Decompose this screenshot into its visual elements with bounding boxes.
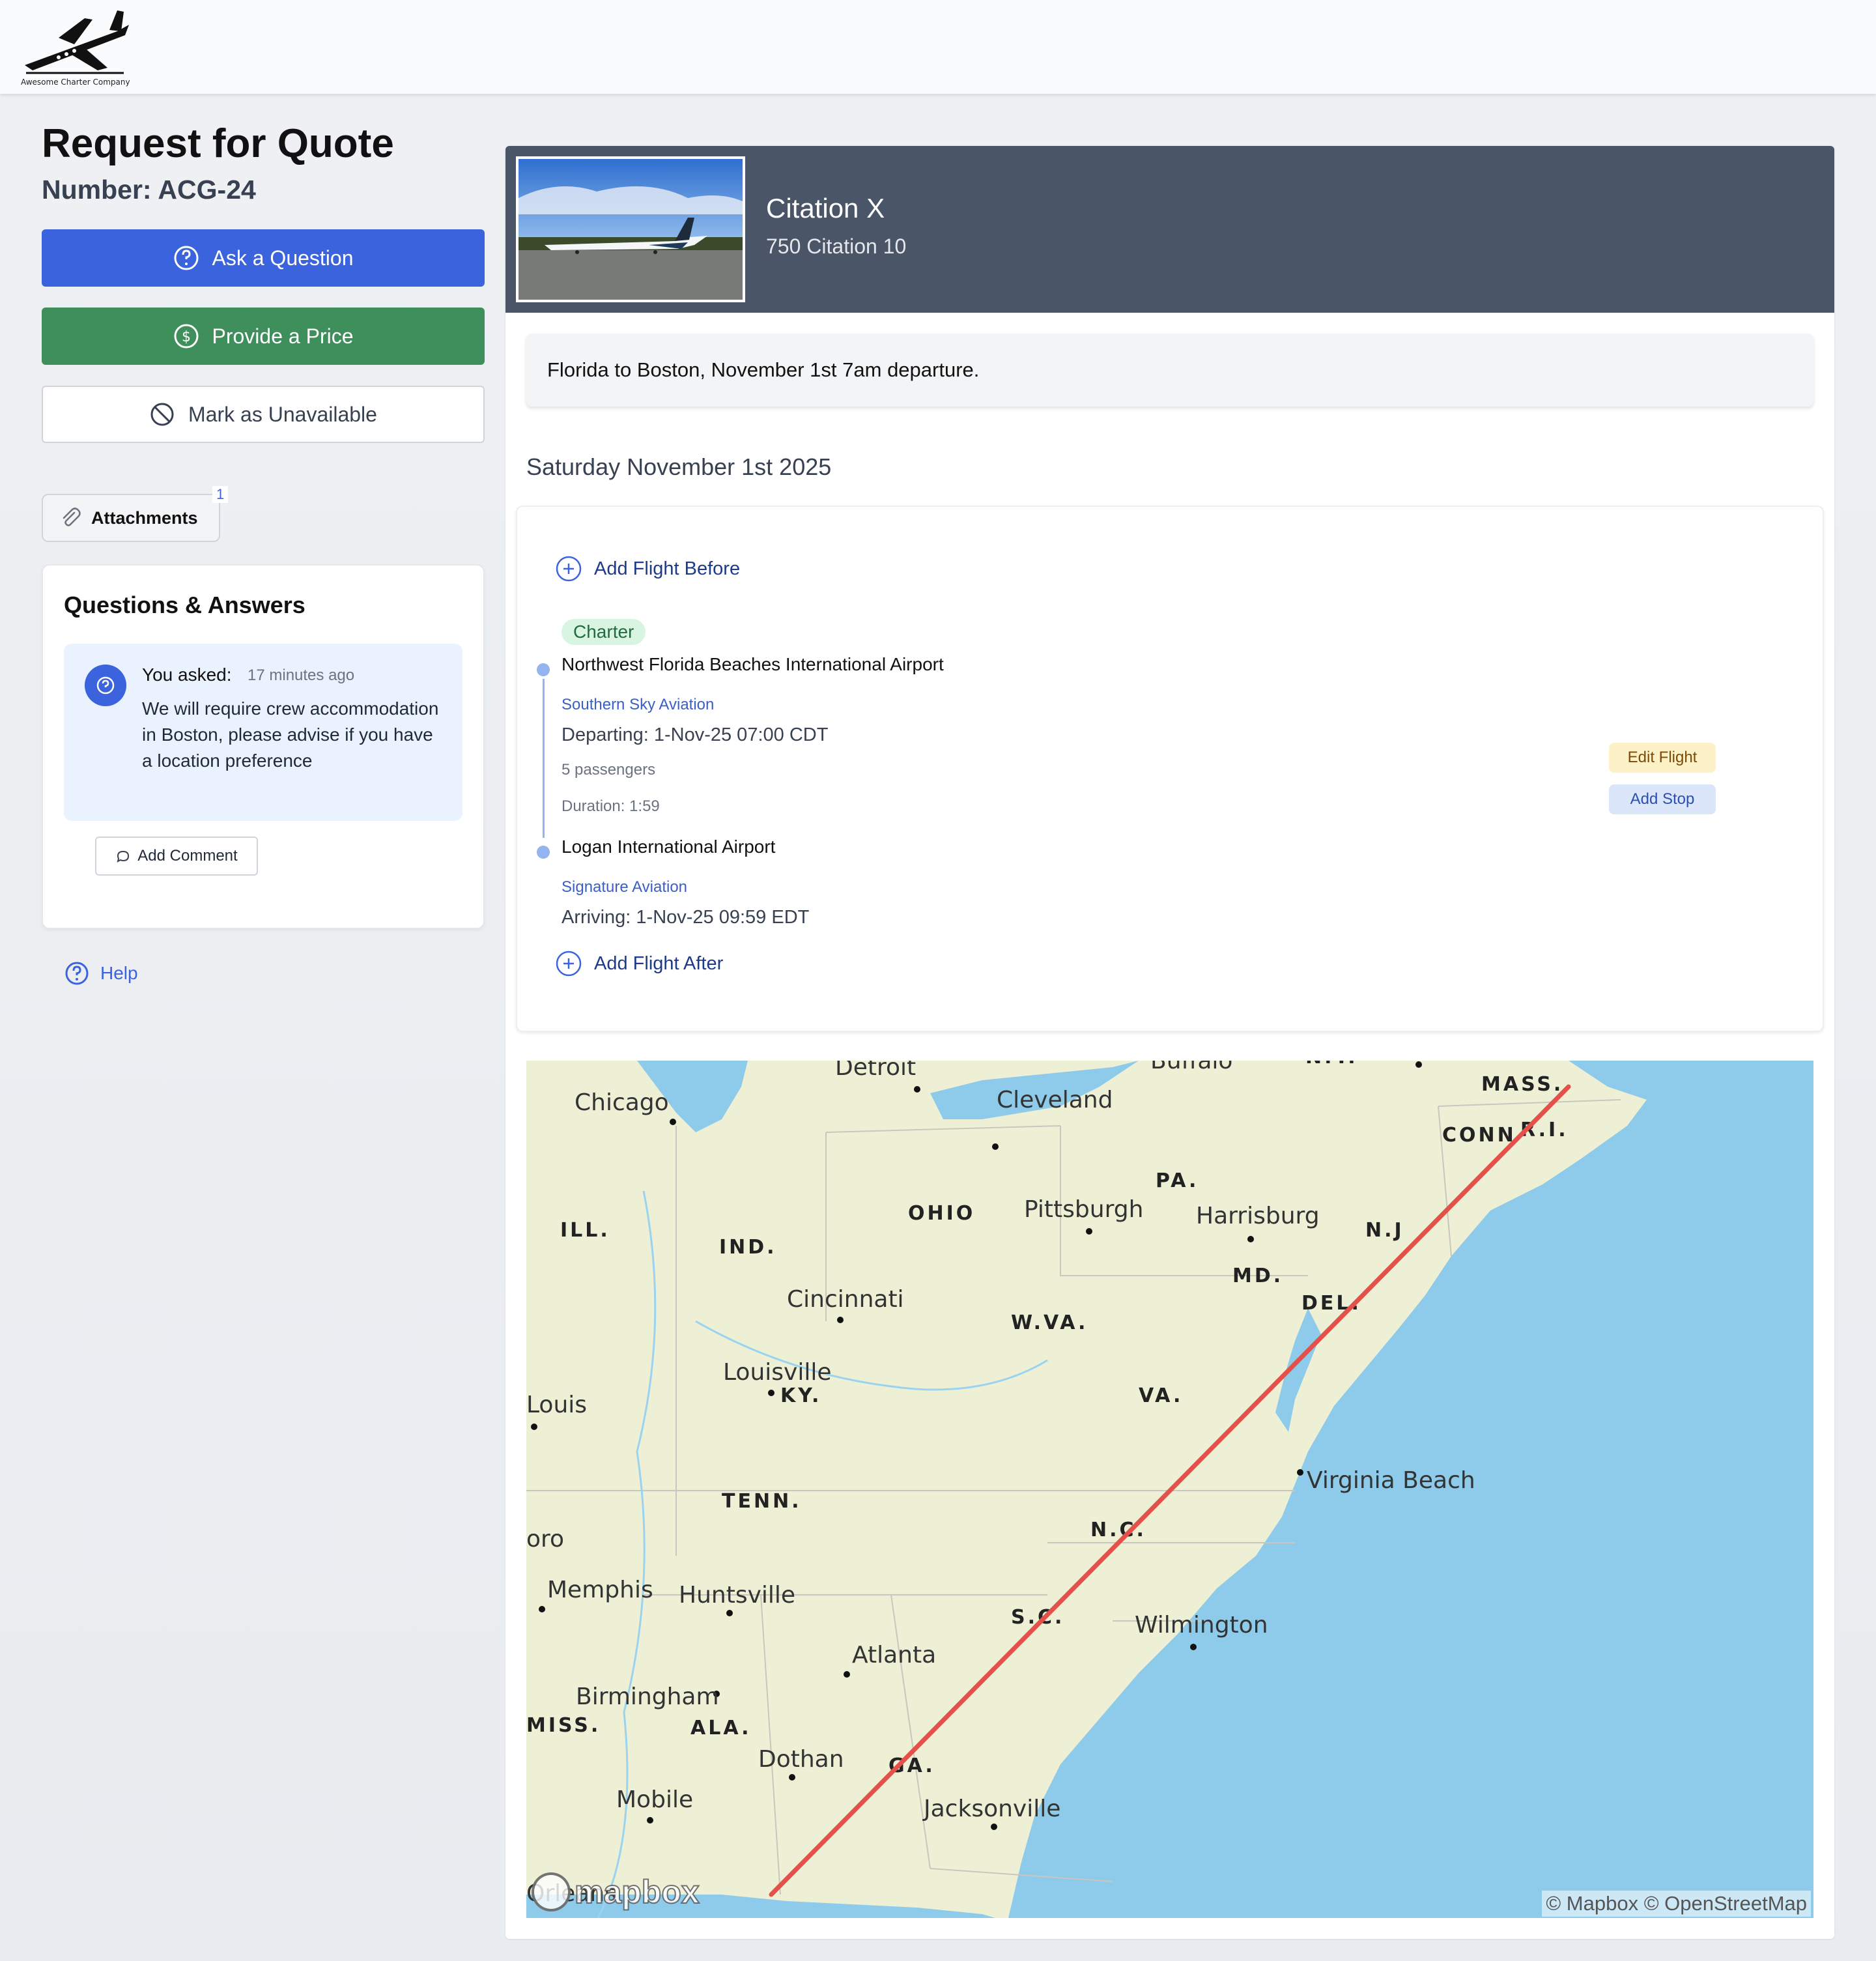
route-map[interactable]: Detroit Buffalo Chicago Cleveland Pittsb… bbox=[526, 1061, 1813, 1918]
ban-icon bbox=[150, 403, 174, 426]
logo-text: Awesome Charter Company bbox=[21, 78, 130, 87]
city-label: Huntsville bbox=[679, 1582, 795, 1609]
comment-icon bbox=[117, 850, 130, 863]
provide-price-label: Provide a Price bbox=[212, 324, 354, 348]
dollar-icon: $ bbox=[174, 324, 198, 349]
city-label: Virginia Beach bbox=[1307, 1467, 1475, 1494]
help-label: Help bbox=[100, 963, 138, 983]
quote-detail-panel: Citation X 750 Citation 10 Florida to Bo… bbox=[505, 146, 1834, 1939]
city-label: Jacksonville bbox=[922, 1796, 1060, 1822]
city-label: Wilmington bbox=[1135, 1612, 1268, 1639]
city-label: oro bbox=[526, 1526, 564, 1553]
aircraft-header: Citation X 750 Citation 10 bbox=[505, 146, 1834, 313]
city-label: Louis bbox=[526, 1392, 587, 1418]
state-label: N.J bbox=[1365, 1219, 1404, 1242]
city-label: Louisville bbox=[723, 1359, 831, 1386]
mapbox-logo[interactable]: mapbox bbox=[532, 1872, 700, 1911]
top-bar: Awesome Charter Company bbox=[0, 0, 1876, 94]
request-note: Florida to Boston, November 1st 7am depa… bbox=[526, 334, 1813, 407]
arrival-airport: Logan International Airport bbox=[561, 837, 776, 857]
mark-unavailable-button[interactable]: Mark as Unavailable bbox=[42, 386, 485, 443]
passenger-count: 5 passengers bbox=[561, 761, 656, 779]
map-canvas[interactable]: Detroit Buffalo Chicago Cleveland Pittsb… bbox=[526, 1061, 1813, 1918]
provide-price-button[interactable]: $ Provide a Price bbox=[42, 308, 485, 365]
left-column: Request for Quote Number: ACG-24 Ask a Q… bbox=[42, 121, 485, 985]
state-label: MISS. bbox=[526, 1714, 601, 1737]
flight-type-badge: Charter bbox=[561, 619, 646, 645]
arrival-time: Arriving: 1-Nov-25 09:59 EDT bbox=[561, 907, 810, 928]
departure-airport: Northwest Florida Beaches International … bbox=[561, 654, 944, 674]
plus-circle-icon bbox=[556, 556, 582, 582]
city-label: Mobile bbox=[616, 1786, 693, 1813]
help-link[interactable]: Help bbox=[64, 960, 138, 986]
state-label: CONN bbox=[1442, 1124, 1516, 1147]
city-label: Pittsburgh bbox=[1024, 1196, 1143, 1223]
ask-question-label: Ask a Question bbox=[212, 246, 354, 270]
state-label: W.VA. bbox=[1011, 1311, 1088, 1334]
quote-number: Number: ACG-24 bbox=[42, 175, 256, 205]
questions-answers-card: Questions & Answers You asked: 17 minute… bbox=[42, 564, 485, 929]
city-label: Atlanta bbox=[852, 1642, 936, 1668]
add-comment-button[interactable]: Add Comment bbox=[95, 837, 258, 876]
question-icon bbox=[174, 246, 198, 270]
qa-title: Questions & Answers bbox=[64, 592, 306, 618]
plus-circle-icon bbox=[556, 951, 582, 977]
add-stop-button[interactable]: Add Stop bbox=[1609, 784, 1716, 814]
add-flight-before-label: Add Flight Before bbox=[594, 558, 741, 579]
question-avatar-icon bbox=[85, 665, 126, 706]
city-label: Cleveland bbox=[997, 1087, 1113, 1113]
departure-time: Departing: 1-Nov-25 07:00 CDT bbox=[561, 724, 829, 745]
mark-unavailable-label: Mark as Unavailable bbox=[188, 402, 377, 426]
help-icon bbox=[65, 962, 89, 985]
state-label: OHIO bbox=[908, 1202, 975, 1225]
aircraft-model: 750 Citation 10 bbox=[766, 235, 907, 258]
state-label: ILL. bbox=[560, 1219, 610, 1242]
ask-question-button[interactable]: Ask a Question bbox=[42, 229, 485, 287]
city-label: Chicago bbox=[575, 1089, 669, 1116]
attachments-button[interactable]: Attachments bbox=[42, 494, 220, 542]
flight-legs-card: Add Flight Before Charter Northwest Flor… bbox=[516, 506, 1824, 1032]
state-label: N.Y. bbox=[1305, 1061, 1358, 1068]
add-flight-before-button[interactable]: Add Flight Before bbox=[555, 555, 740, 582]
departure-marker bbox=[537, 663, 550, 676]
city-label: Cincinnati bbox=[787, 1286, 904, 1313]
state-label: KY. bbox=[780, 1384, 821, 1407]
trip-date: Saturday November 1st 2025 bbox=[526, 453, 832, 480]
qa-timestamp: 17 minutes ago bbox=[248, 666, 355, 684]
state-label: MD. bbox=[1232, 1265, 1283, 1287]
aircraft-name: Citation X bbox=[766, 193, 885, 223]
arrival-fbo-link[interactable]: Signature Aviation bbox=[561, 878, 687, 896]
edit-flight-button[interactable]: Edit Flight bbox=[1609, 743, 1716, 773]
svg-text:$: $ bbox=[182, 329, 191, 345]
arrival-marker bbox=[537, 846, 550, 859]
add-flight-after-button[interactable]: Add Flight After bbox=[555, 950, 723, 977]
city-label: Birmingham bbox=[576, 1683, 719, 1710]
state-label: VA. bbox=[1139, 1384, 1183, 1407]
state-label: IND. bbox=[719, 1236, 777, 1259]
add-comment-label: Add Comment bbox=[137, 847, 238, 865]
city-label: Harrisburg bbox=[1196, 1203, 1320, 1229]
state-label: PA. bbox=[1156, 1169, 1199, 1192]
city-label: Detroit bbox=[835, 1061, 916, 1081]
city-label: Memphis bbox=[547, 1577, 653, 1603]
map-attribution[interactable]: © Mapbox © OpenStreetMap bbox=[1542, 1891, 1811, 1917]
state-label: ALA. bbox=[690, 1717, 752, 1739]
paperclip-icon bbox=[63, 508, 81, 526]
aircraft-photo[interactable] bbox=[516, 156, 745, 302]
flight-duration: Duration: 1:59 bbox=[561, 797, 660, 815]
attachments-count-badge: 1 bbox=[212, 486, 229, 503]
departure-fbo-link[interactable]: Southern Sky Aviation bbox=[561, 696, 714, 714]
state-label: MASS. bbox=[1481, 1073, 1563, 1096]
qa-author: You asked: bbox=[142, 665, 232, 685]
page-title: Request for Quote bbox=[42, 121, 394, 166]
add-flight-after-label: Add Flight After bbox=[594, 952, 724, 974]
state-label: TENN. bbox=[722, 1490, 802, 1513]
attachments-label: Attachments bbox=[91, 508, 198, 528]
city-label: Dothan bbox=[758, 1746, 844, 1773]
city-label: Buffalo bbox=[1150, 1061, 1232, 1074]
qa-question-text: We will require crew accommodation in Bo… bbox=[142, 698, 439, 771]
qa-item: You asked: 17 minutes ago We will requir… bbox=[64, 644, 462, 821]
route-line bbox=[543, 679, 545, 838]
